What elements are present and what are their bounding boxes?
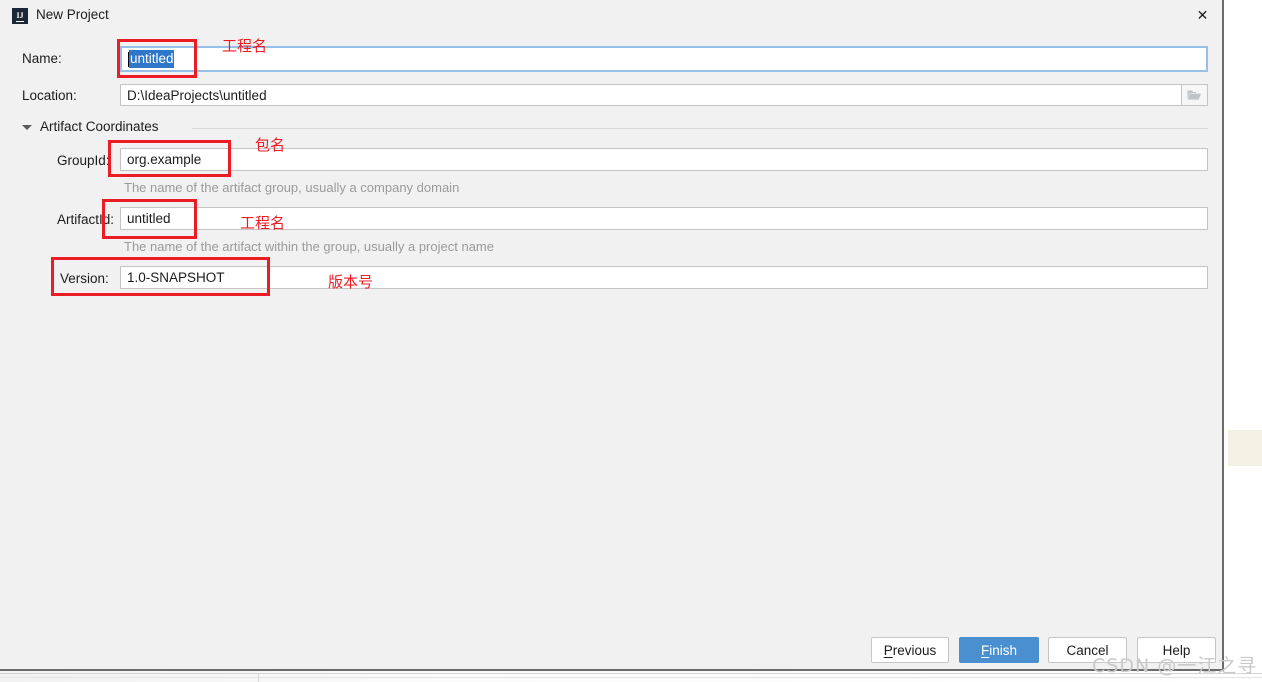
annotation-label-group-id: 包名 [255, 136, 286, 154]
artifact-coordinates-label: Artifact Coordinates [40, 119, 159, 134]
close-icon[interactable]: ✕ [1181, 0, 1224, 31]
section-rule [192, 128, 1208, 129]
annotation-label-artifact-id: 工程名 [240, 214, 286, 232]
version-input[interactable]: 1.0-SNAPSHOT [120, 266, 1208, 289]
background-divider-upper [0, 673, 1262, 674]
browse-folder-button[interactable] [1181, 84, 1208, 106]
new-project-dialog: IJ New Project ✕ Name: untitled Location… [0, 0, 1256, 677]
csdn-watermark: CSDN @一江之寻 [1092, 655, 1258, 677]
folder-icon [1187, 90, 1201, 100]
annotation-label-version: 版本号 [328, 273, 374, 291]
artifact-coordinates-section-header[interactable]: Artifact Coordinates [22, 119, 1208, 136]
annotation-box-artifact-id [102, 199, 197, 239]
group-id-hint: The name of the artifact group, usually … [124, 180, 460, 195]
previous-button-label: Previous [884, 643, 937, 658]
finish-button-label: Finish [981, 643, 1017, 658]
intellij-idea-icon-text: IJ [16, 10, 24, 22]
background-divider-lower [0, 677, 1262, 678]
previous-button[interactable]: Previous [871, 637, 949, 663]
annotation-label-name: 工程名 [222, 37, 268, 55]
background-divider-tick [258, 673, 259, 682]
dialog-titlebar: IJ New Project ✕ [0, 0, 1222, 31]
finish-button[interactable]: Finish [959, 637, 1039, 663]
annotation-box-version [51, 257, 270, 296]
annotation-box-name [117, 39, 197, 78]
finish-button-mnemonic: F [980, 642, 990, 658]
previous-button-rest: revious [892, 642, 937, 658]
finish-button-rest: inish [989, 642, 1017, 658]
location-input[interactable]: D:\IdeaProjects\untitled [120, 84, 1208, 106]
chevron-down-icon [22, 125, 32, 130]
previous-button-mnemonic: P [883, 642, 893, 658]
intellij-idea-icon: IJ [12, 8, 28, 24]
dialog-title: New Project [36, 7, 109, 22]
location-label: Location: [22, 88, 77, 103]
annotation-box-group-id [108, 140, 231, 177]
background-highlight-strip [1228, 430, 1262, 466]
artifact-id-hint: The name of the artifact within the grou… [124, 239, 494, 254]
name-label: Name: [22, 51, 62, 66]
name-input[interactable]: untitled [120, 46, 1208, 72]
group-id-label: GroupId: [57, 153, 110, 168]
